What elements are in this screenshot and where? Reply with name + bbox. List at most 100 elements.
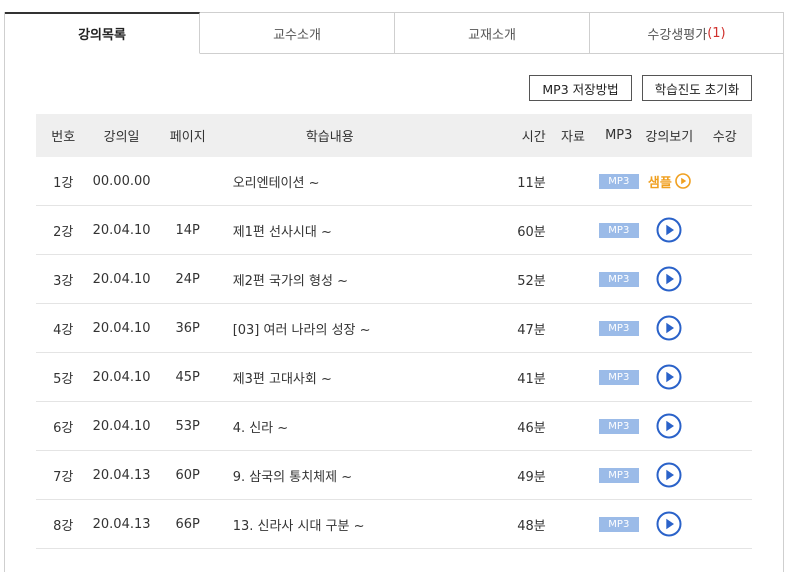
view-cell: [641, 402, 697, 450]
register-cell: [698, 206, 752, 254]
tab-textbook[interactable]: 교재소개: [395, 12, 590, 54]
play-circle-icon[interactable]: [656, 266, 682, 292]
lecture-no: 1강: [53, 175, 74, 191]
lecture-date: 20.04.10: [92, 320, 151, 336]
tab-bar: 강의목록 교수소개 교재소개 수강생평가 (1): [5, 12, 783, 54]
register-cell: [698, 451, 752, 499]
table-row: 8강 20.04.13 66P 13. 신라사 시대 구분 ~ 48분 MP3: [36, 500, 752, 549]
header-mp3: MP3: [605, 128, 633, 143]
mp3-cell: MP3: [596, 304, 641, 352]
register-cell: [698, 402, 752, 450]
view-cell: [641, 206, 697, 254]
lecture-file: [550, 402, 597, 450]
header-title: 학습내용: [305, 130, 354, 145]
lecture-file: [550, 157, 597, 205]
play-circle-icon[interactable]: [656, 217, 682, 243]
mp3-button[interactable]: MP3: [598, 222, 639, 238]
lecture-page: 36P: [175, 320, 200, 336]
play-circle-icon[interactable]: [656, 462, 682, 488]
view-cell: [641, 304, 697, 352]
lecture-page: 53P: [175, 418, 200, 434]
lecture-date: 20.04.10: [92, 418, 151, 434]
register-cell: [698, 255, 752, 303]
mp3-guide-button[interactable]: MP3 저장방법: [529, 75, 632, 101]
mp3-button[interactable]: MP3: [598, 173, 639, 189]
lecture-date: 20.04.13: [92, 516, 151, 532]
lecture-no: 4강: [53, 322, 74, 338]
mp3-cell: MP3: [596, 353, 641, 401]
lecture-time: 46분: [517, 420, 546, 436]
lecture-file: [550, 206, 597, 254]
lecture-table: 번호 강의일 페이지 학습내용 시간 자료 MP3 강의보기 수강 1강 00.…: [36, 114, 752, 549]
lecture-page: 66P: [175, 516, 200, 532]
lecture-title: 제3편 고대사회 ~: [232, 371, 332, 387]
header-reg: 수강: [712, 130, 737, 145]
lecture-date: 20.04.10: [92, 222, 151, 238]
lecture-no: 5강: [53, 371, 74, 387]
register-cell: [698, 353, 752, 401]
tab-label: 수강생평가: [647, 27, 708, 43]
register-cell: [698, 500, 752, 548]
mp3-button[interactable]: MP3: [598, 467, 639, 483]
mp3-button[interactable]: MP3: [598, 516, 639, 532]
play-circle-icon[interactable]: [656, 315, 682, 341]
tab-reviews[interactable]: 수강생평가 (1): [590, 12, 783, 54]
lecture-date: 20.04.13: [92, 467, 151, 483]
register-cell: [698, 157, 752, 205]
lecture-no: 2강: [53, 224, 74, 240]
lecture-time: 11분: [517, 175, 546, 191]
mp3-button[interactable]: MP3: [598, 320, 639, 336]
lecture-file: [550, 500, 597, 548]
lecture-file: [550, 304, 597, 352]
sample-play-icon: [675, 173, 691, 189]
play-circle-icon[interactable]: [656, 511, 682, 537]
sample-label: 샘플: [647, 175, 672, 191]
lecture-title: 4. 신라 ~: [232, 420, 289, 436]
lecture-title: 9. 삼국의 통치체제 ~: [232, 469, 353, 485]
lecture-time: 47분: [517, 322, 546, 338]
mp3-button[interactable]: MP3: [598, 271, 639, 287]
mp3-cell: MP3: [596, 500, 641, 548]
mp3-button[interactable]: MP3: [598, 369, 639, 385]
mp3-button[interactable]: MP3: [598, 418, 639, 434]
lecture-no: 8강: [53, 518, 74, 534]
register-cell: [698, 304, 752, 352]
tab-label: 교수소개: [273, 27, 321, 43]
table-row: 3강 20.04.10 24P 제2편 국가의 형성 ~ 52분 MP3: [36, 255, 752, 304]
lecture-page: 14P: [175, 222, 200, 238]
reset-progress-button[interactable]: 학습진도 초기화: [642, 75, 752, 101]
table-header: 번호 강의일 페이지 학습내용 시간 자료 MP3 강의보기 수강: [36, 114, 752, 157]
lecture-file: [550, 353, 597, 401]
lecture-title: 13. 신라사 시대 구분 ~: [232, 518, 365, 534]
lecture-date: 20.04.10: [92, 369, 151, 385]
play-circle-icon[interactable]: [656, 364, 682, 390]
lecture-page: 24P: [175, 271, 200, 287]
header-time: 시간: [521, 130, 546, 145]
mp3-cell: MP3: [596, 206, 641, 254]
lecture-time: 52분: [517, 273, 546, 289]
lecture-date: 00.00.00: [92, 173, 151, 189]
lecture-file: [550, 255, 597, 303]
header-file: 자료: [561, 130, 585, 145]
sample-button[interactable]: 샘플: [648, 172, 691, 191]
tab-professor[interactable]: 교수소개: [200, 12, 395, 54]
lecture-no: 6강: [53, 420, 74, 436]
lecture-date: 20.04.10: [92, 271, 151, 287]
mp3-cell: MP3: [596, 157, 641, 205]
lecture-title: [03] 여러 나라의 성장 ~: [232, 322, 371, 338]
header-no: 번호: [51, 130, 76, 145]
tab-lecture-list[interactable]: 강의목록: [5, 12, 200, 54]
play-circle-icon[interactable]: [656, 413, 682, 439]
table-row: 6강 20.04.10 53P 4. 신라 ~ 46분 MP3: [36, 402, 752, 451]
lecture-time: 48분: [517, 518, 546, 534]
table-row: 5강 20.04.10 45P 제3편 고대사회 ~ 41분 MP3: [36, 353, 752, 402]
lecture-page: 45P: [175, 369, 200, 385]
lecture-time: 60분: [517, 224, 546, 240]
view-cell: 샘플: [641, 157, 697, 205]
review-count: (1): [707, 25, 726, 41]
header-date: 강의일: [103, 130, 140, 145]
lecture-panel: 강의목록 교수소개 교재소개 수강생평가 (1) MP3 저장방법 학습진도 초…: [4, 12, 784, 572]
header-page: 페이지: [169, 130, 206, 145]
view-cell: [641, 500, 697, 548]
lecture-time: 41분: [517, 371, 546, 387]
